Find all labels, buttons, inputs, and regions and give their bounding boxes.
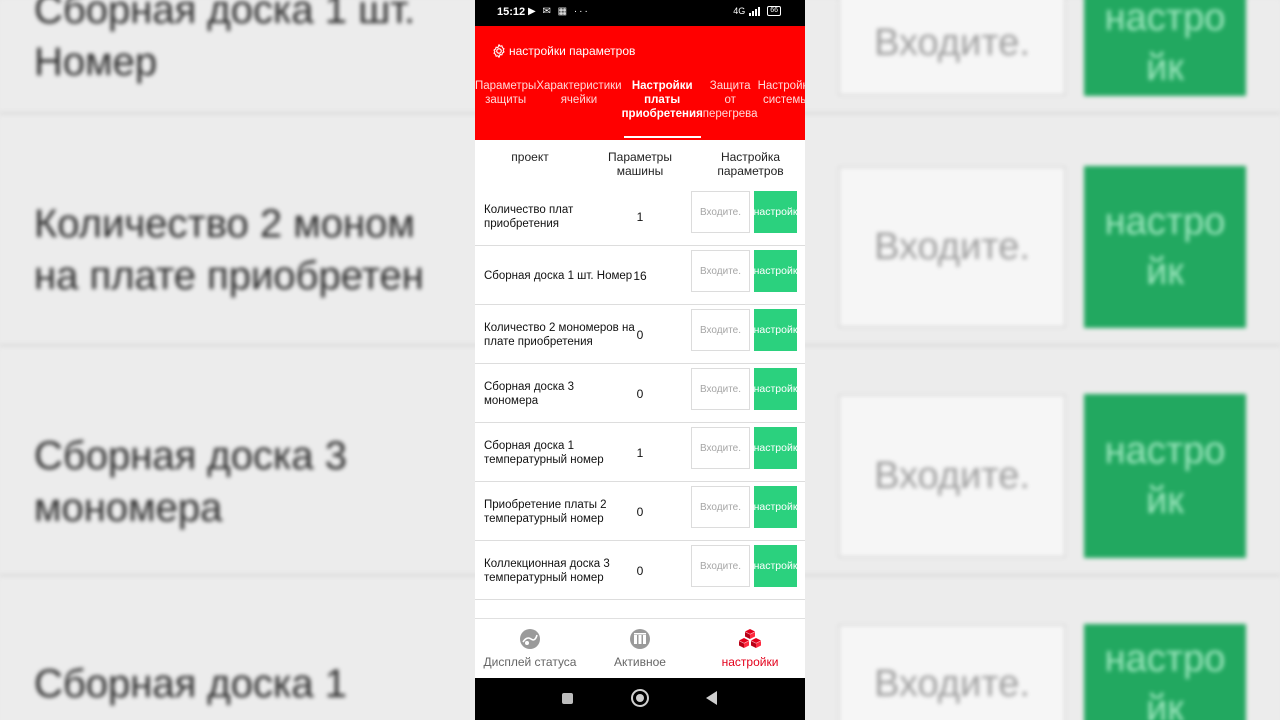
row-machine-value: 0 <box>636 504 644 519</box>
table-row: Коллекционная доска 3 температурный номе… <box>475 541 805 600</box>
bg-input: Входите. <box>838 394 1066 558</box>
bg-button: настро йк <box>1084 394 1246 558</box>
nav-status-display[interactable]: Дисплей статуса <box>475 619 585 678</box>
table-row: Сборная доска 3 мономера 0 Входите. наст… <box>475 364 805 423</box>
table-row: Количество плат приобретения 1 Входите. … <box>475 187 805 246</box>
network-label: 4G <box>733 6 746 16</box>
row-name: Сборная доска 1 температурный номер <box>484 439 604 466</box>
bg-input: Входите. <box>838 0 1066 96</box>
system-navigation-bar <box>475 678 805 720</box>
nav-settings[interactable]: настройки <box>695 619 805 678</box>
table-row: Приобретение платы 2 температурный номер… <box>475 482 805 541</box>
battery-icon: 66 <box>767 6 781 16</box>
row-machine-value: 0 <box>636 327 644 342</box>
bg-input: Входите. <box>838 166 1066 328</box>
nav-label: Дисплей статуса <box>483 655 577 669</box>
header-title-row[interactable]: настройки параметров <box>491 43 635 59</box>
row-machine-value: 1 <box>636 445 644 460</box>
row-name: Сборная доска 1 шт. Номер <box>484 269 633 282</box>
bg-input: Входите. <box>838 624 1066 720</box>
tab-cell-characteristics[interactable]: Характеристики ячейки <box>536 78 621 140</box>
row-name: Количество 2 мономеров на плате приобрет… <box>484 321 635 348</box>
status-bar: 15:12 ▶ ✉ ▦ ··· 4G 66 <box>475 0 805 26</box>
row-input[interactable]: Входите. <box>691 545 750 587</box>
active-icon <box>630 629 650 649</box>
row-input[interactable]: Входите. <box>691 191 750 233</box>
row-set-button[interactable]: настройк <box>754 250 797 292</box>
row-machine-value: 16 <box>633 268 647 283</box>
row-input[interactable]: Входите. <box>691 427 750 469</box>
row-name: Количество плат приобретения <box>484 203 574 230</box>
column-header-machine-params: Параметры машины <box>608 150 672 178</box>
row-set-button[interactable]: настройк <box>754 545 797 587</box>
bg-button: настро йк <box>1084 166 1246 328</box>
recents-icon[interactable] <box>562 693 573 704</box>
row-set-button[interactable]: настройк <box>754 486 797 528</box>
back-icon[interactable] <box>706 691 717 705</box>
page-title: настройки параметров <box>509 44 636 58</box>
tab-protection-params[interactable]: Параметры защиты <box>475 78 536 140</box>
bg-button: настро йк <box>1084 0 1246 96</box>
row-set-button[interactable]: настройк <box>754 427 797 469</box>
nav-label: Активное <box>614 655 666 669</box>
status-display-icon <box>520 629 540 649</box>
nav-label: настройки <box>721 655 779 669</box>
bg-row-text: Сборная доска 1 <box>34 662 347 706</box>
phone-screen: 15:12 ▶ ✉ ▦ ··· 4G 66 настройки параметр… <box>475 0 805 720</box>
home-icon[interactable] <box>631 689 649 707</box>
app-header: настройки параметров Параметры защиты Ха… <box>475 26 805 140</box>
row-input[interactable]: Входите. <box>691 368 750 410</box>
column-header-param-setting: Настройка параметров <box>717 150 784 178</box>
row-machine-value: 0 <box>636 563 644 578</box>
table-header: проект Параметры машины Настройка параме… <box>475 148 805 184</box>
bottom-navigation: Дисплей статуса Активное настройки <box>475 618 805 678</box>
signal-icon <box>749 6 761 16</box>
row-name: Коллекционная доска 3 температурный номе… <box>484 557 610 584</box>
row-machine-value: 0 <box>636 386 644 401</box>
table-row: Сборная доска 1 температурный номер 1 Вх… <box>475 423 805 482</box>
table-row: Сборная доска 1 шт. Номер 16 Входите. на… <box>475 246 805 305</box>
row-name: Приобретение платы 2 температурный номер <box>484 498 607 525</box>
bg-row-text: Количество 2 моном на плате приобретен <box>34 202 424 298</box>
settings-cubes-icon <box>739 629 761 648</box>
status-right: 4G 66 <box>733 6 781 16</box>
tab-system-settings[interactable]: Настройки системы <box>758 78 805 140</box>
gear-icon <box>493 44 505 58</box>
column-header-project: проект <box>511 150 549 164</box>
row-input[interactable]: Входите. <box>691 309 750 351</box>
row-input[interactable]: Входите. <box>691 486 750 528</box>
row-machine-value: 1 <box>636 209 644 224</box>
notification-icons: ▶ ✉ ▦ ··· <box>528 6 590 17</box>
row-input[interactable]: Входите. <box>691 250 750 292</box>
nav-active[interactable]: Активное <box>585 619 695 678</box>
tab-acquisition-board-settings[interactable]: Настройки платы приобретения <box>622 78 703 140</box>
row-set-button[interactable]: настройк <box>754 368 797 410</box>
bg-button: настро йк <box>1084 624 1246 720</box>
tab-bar: Параметры защиты Характеристики ячейки Н… <box>475 78 805 140</box>
bg-row-text: Сборная доска 3 мономера <box>34 434 347 530</box>
row-set-button[interactable]: настройк <box>754 191 797 233</box>
status-time: 15:12 <box>497 6 526 18</box>
tab-overheat-protection[interactable]: Защита от перегрева <box>703 78 758 140</box>
row-name: Сборная доска 3 мономера <box>484 380 574 407</box>
bg-row-text: Сборная доска 1 шт. Номер <box>34 0 416 84</box>
table-row: Количество 2 мономеров на плате приобрет… <box>475 305 805 364</box>
row-set-button[interactable]: настройк <box>754 309 797 351</box>
